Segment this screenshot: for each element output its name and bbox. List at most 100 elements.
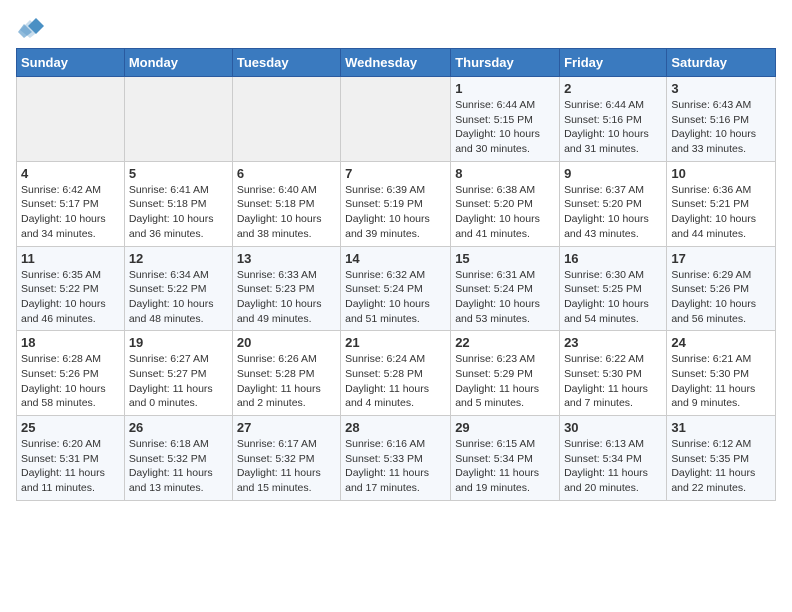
calendar-cell: 13Sunrise: 6:33 AM Sunset: 5:23 PM Dayli… [232,246,340,331]
day-info: Sunrise: 6:38 AM Sunset: 5:20 PM Dayligh… [455,183,555,242]
day-info: Sunrise: 6:44 AM Sunset: 5:16 PM Dayligh… [564,98,662,157]
calendar-cell: 26 Sunrise: 6:18 AM Sunset: 5:32 PM Dayli… [124,416,232,501]
day-number: 16 [564,251,662,266]
header-friday: Friday [560,49,667,77]
day-number: 20 [237,335,336,350]
calendar-cell [341,77,451,162]
day-info: Sunrise: 6:23 AM Sunset: 5:29 PM Dayligh… [455,352,555,411]
day-number: 28 [345,420,446,435]
day-info: Sunrise: 6:37 AM Sunset: 5:20 PM Dayligh… [564,183,662,242]
day-info: Sunrise: 6:43 AM Sunset: 5:16 PM Dayligh… [671,98,771,157]
calendar-cell: 12 Sunrise: 6:34 AM Sunset: 5:22 PM Dayli… [124,246,232,331]
calendar-cell: 4Sunrise: 6:42 AM Sunset: 5:17 PM Daylig… [17,161,125,246]
day-number: 11 [21,251,120,266]
calendar-cell: 17 Sunrise: 6:29 AM Sunset: 5:26 PM Dayli… [667,246,776,331]
calendar-cell: 15Sunrise: 6:31 AM Sunset: 5:24 PM Dayli… [451,246,560,331]
calendar-cell: 28 Sunrise: 6:16 AM Sunset: 5:33 PM Dayli… [341,416,451,501]
header-saturday: Saturday [667,49,776,77]
day-number: 1 [455,81,555,96]
day-info: Sunrise: 6:20 AM Sunset: 5:31 PM Dayligh… [21,437,120,496]
calendar-cell [124,77,232,162]
calendar-cell: 14Sunrise: 6:32 AM Sunset: 5:24 PM Dayli… [341,246,451,331]
calendar-cell: 30Sunrise: 6:13 AM Sunset: 5:34 PM Dayli… [560,416,667,501]
calendar-cell [232,77,340,162]
day-number: 18 [21,335,120,350]
week-row-4: 18 Sunrise: 6:28 AM Sunset: 5:26 PM Dayli… [17,331,776,416]
day-number: 6 [237,166,336,181]
day-number: 17 [671,251,771,266]
day-number: 23 [564,335,662,350]
calendar-cell: 9Sunrise: 6:37 AM Sunset: 5:20 PM Daylig… [560,161,667,246]
day-info: Sunrise: 6:12 AM Sunset: 5:35 PM Dayligh… [671,437,771,496]
day-info: Sunrise: 6:16 AM Sunset: 5:33 PM Dayligh… [345,437,446,496]
calendar-cell: 23 Sunrise: 6:22 AM Sunset: 5:30 PM Dayli… [560,331,667,416]
header-tuesday: Tuesday [232,49,340,77]
page-header [16,16,776,40]
day-info: Sunrise: 6:28 AM Sunset: 5:26 PM Dayligh… [21,352,120,411]
calendar-cell: 1 Sunrise: 6:44 AM Sunset: 5:15 PM Daylig… [451,77,560,162]
day-info: Sunrise: 6:30 AM Sunset: 5:25 PM Dayligh… [564,268,662,327]
calendar-cell: 29 Sunrise: 6:15 AM Sunset: 5:34 PM Dayli… [451,416,560,501]
day-number: 25 [21,420,120,435]
day-info: Sunrise: 6:17 AM Sunset: 5:32 PM Dayligh… [237,437,336,496]
day-number: 31 [671,420,771,435]
calendar-cell: 20Sunrise: 6:26 AM Sunset: 5:28 PM Dayli… [232,331,340,416]
day-number: 22 [455,335,555,350]
calendar-cell: 25 Sunrise: 6:20 AM Sunset: 5:31 PM Dayli… [17,416,125,501]
day-info: Sunrise: 6:15 AM Sunset: 5:34 PM Dayligh… [455,437,555,496]
calendar-cell: 2 Sunrise: 6:44 AM Sunset: 5:16 PM Daylig… [560,77,667,162]
calendar-cell: 8 Sunrise: 6:38 AM Sunset: 5:20 PM Daylig… [451,161,560,246]
day-number: 26 [129,420,228,435]
header-row: SundayMondayTuesdayWednesdayThursdayFrid… [17,49,776,77]
day-info: Sunrise: 6:41 AM Sunset: 5:18 PM Dayligh… [129,183,228,242]
day-info: Sunrise: 6:22 AM Sunset: 5:30 PM Dayligh… [564,352,662,411]
day-number: 3 [671,81,771,96]
day-number: 29 [455,420,555,435]
day-info: Sunrise: 6:21 AM Sunset: 5:30 PM Dayligh… [671,352,771,411]
day-info: Sunrise: 6:42 AM Sunset: 5:17 PM Dayligh… [21,183,120,242]
calendar-table: SundayMondayTuesdayWednesdayThursdayFrid… [16,48,776,501]
day-number: 19 [129,335,228,350]
calendar-cell: 11Sunrise: 6:35 AM Sunset: 5:22 PM Dayli… [17,246,125,331]
day-number: 21 [345,335,446,350]
calendar-header: SundayMondayTuesdayWednesdayThursdayFrid… [17,49,776,77]
day-number: 13 [237,251,336,266]
day-number: 8 [455,166,555,181]
calendar-cell: 3 Sunrise: 6:43 AM Sunset: 5:16 PM Daylig… [667,77,776,162]
header-monday: Monday [124,49,232,77]
day-info: Sunrise: 6:27 AM Sunset: 5:27 PM Dayligh… [129,352,228,411]
day-number: 14 [345,251,446,266]
calendar-cell: 27 Sunrise: 6:17 AM Sunset: 5:32 PM Dayli… [232,416,340,501]
day-info: Sunrise: 6:24 AM Sunset: 5:28 PM Dayligh… [345,352,446,411]
day-info: Sunrise: 6:29 AM Sunset: 5:26 PM Dayligh… [671,268,771,327]
logo [16,16,46,40]
day-number: 30 [564,420,662,435]
week-row-3: 11Sunrise: 6:35 AM Sunset: 5:22 PM Dayli… [17,246,776,331]
calendar-cell: 16 Sunrise: 6:30 AM Sunset: 5:25 PM Dayli… [560,246,667,331]
week-row-2: 4Sunrise: 6:42 AM Sunset: 5:17 PM Daylig… [17,161,776,246]
calendar-cell: 10 Sunrise: 6:36 AM Sunset: 5:21 PM Dayli… [667,161,776,246]
calendar-cell: 7Sunrise: 6:39 AM Sunset: 5:19 PM Daylig… [341,161,451,246]
day-number: 10 [671,166,771,181]
day-number: 12 [129,251,228,266]
header-wednesday: Wednesday [341,49,451,77]
day-info: Sunrise: 6:34 AM Sunset: 5:22 PM Dayligh… [129,268,228,327]
calendar-cell: 5Sunrise: 6:41 AM Sunset: 5:18 PM Daylig… [124,161,232,246]
calendar-cell: 24 Sunrise: 6:21 AM Sunset: 5:30 PM Dayli… [667,331,776,416]
calendar-cell: 18 Sunrise: 6:28 AM Sunset: 5:26 PM Dayli… [17,331,125,416]
day-info: Sunrise: 6:18 AM Sunset: 5:32 PM Dayligh… [129,437,228,496]
day-info: Sunrise: 6:40 AM Sunset: 5:18 PM Dayligh… [237,183,336,242]
day-info: Sunrise: 6:39 AM Sunset: 5:19 PM Dayligh… [345,183,446,242]
calendar-cell: 22 Sunrise: 6:23 AM Sunset: 5:29 PM Dayli… [451,331,560,416]
day-number: 2 [564,81,662,96]
day-info: Sunrise: 6:31 AM Sunset: 5:24 PM Dayligh… [455,268,555,327]
day-info: Sunrise: 6:44 AM Sunset: 5:15 PM Dayligh… [455,98,555,157]
calendar-cell: 21 Sunrise: 6:24 AM Sunset: 5:28 PM Dayli… [341,331,451,416]
week-row-5: 25 Sunrise: 6:20 AM Sunset: 5:31 PM Dayli… [17,416,776,501]
header-sunday: Sunday [17,49,125,77]
day-number: 27 [237,420,336,435]
day-info: Sunrise: 6:36 AM Sunset: 5:21 PM Dayligh… [671,183,771,242]
calendar-body: 1 Sunrise: 6:44 AM Sunset: 5:15 PM Daylig… [17,77,776,501]
header-thursday: Thursday [451,49,560,77]
day-number: 24 [671,335,771,350]
